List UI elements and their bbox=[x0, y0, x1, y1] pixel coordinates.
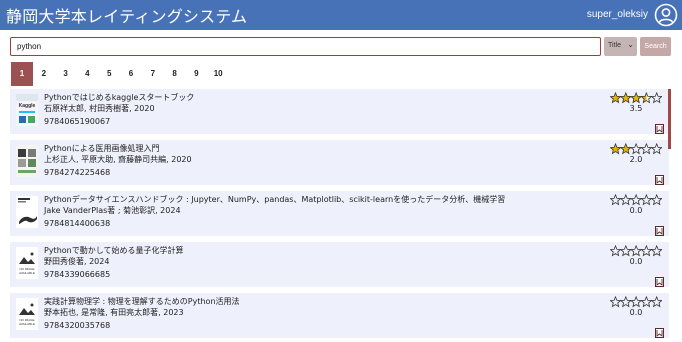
book-isbn: 9784339066685 bbox=[44, 270, 111, 279]
page-1-button[interactable]: 1 bbox=[11, 62, 33, 86]
star-icon[interactable] bbox=[640, 245, 653, 257]
star-icon[interactable] bbox=[630, 194, 643, 206]
page-10-button[interactable]: 10 bbox=[207, 62, 229, 86]
star-icon[interactable] bbox=[650, 245, 662, 257]
rating-value: 0.0 bbox=[629, 308, 643, 317]
book-info: Pythonによる医用画像処理入門 上杉正人, 平原大助, 齋藤静司共編, 202… bbox=[44, 143, 604, 178]
book-isbn: 9784274225468 bbox=[44, 168, 111, 177]
search-field-select[interactable]: Title ⌄ bbox=[604, 37, 637, 56]
bookmark-icon[interactable] bbox=[655, 277, 664, 287]
book-title[interactable]: 実践計算物理学 : 物理を理解するためのPython活用法 bbox=[44, 296, 604, 307]
star-icon[interactable] bbox=[619, 245, 632, 257]
star-rating[interactable] bbox=[610, 296, 662, 308]
star-icon[interactable] bbox=[650, 143, 662, 155]
star-icon[interactable] bbox=[640, 296, 653, 308]
book-title[interactable]: Pythonによる医用画像処理入門 bbox=[44, 143, 604, 154]
book-list[interactable]: Kaggle Pythonではじめるkaggleスタートブック 石原祥太郎, 村田… bbox=[10, 89, 671, 342]
book-card[interactable]: Pythonデータサイエンスハンドブック : Jupyter、NumPy、pan… bbox=[10, 191, 669, 236]
book-authors: 上杉正人, 平原大助, 齋藤静司共編, 2020 bbox=[44, 155, 192, 164]
chevron-down-icon: ⌄ bbox=[627, 40, 634, 49]
page-2-button[interactable]: 2 bbox=[33, 62, 55, 86]
book-cover-thumbnail[interactable] bbox=[16, 145, 38, 177]
star-icon[interactable] bbox=[619, 194, 632, 206]
book-info: Pythonで動かして始める量子化学計算 野田秀俊著, 2024 978433906… bbox=[44, 245, 604, 280]
book-title[interactable]: Pythonで動かして始める量子化学計算 bbox=[44, 245, 604, 256]
search-input[interactable] bbox=[10, 37, 601, 56]
book-info: 実践計算物理学 : 物理を理解するためのPython活用法 野本拓也, 是常隆, … bbox=[44, 296, 604, 331]
star-icon[interactable] bbox=[640, 143, 653, 155]
rating-value: 2.0 bbox=[629, 155, 643, 164]
page-3-button[interactable]: 3 bbox=[55, 62, 77, 86]
star-icon[interactable] bbox=[630, 245, 643, 257]
search-field-label: Title bbox=[608, 42, 621, 49]
book-title[interactable]: Pythonではじめるkaggleスタートブック bbox=[44, 92, 604, 103]
book-authors: 野本拓也, 是常隆, 有田亮太郎著, 2023 bbox=[44, 308, 184, 317]
rating-value: 0.0 bbox=[629, 206, 643, 215]
book-cover-thumbnail[interactable]: NO IMAGE AVAILABLE bbox=[16, 298, 38, 330]
star-icon[interactable] bbox=[650, 296, 662, 308]
star-icon[interactable] bbox=[630, 296, 643, 308]
star-rating[interactable] bbox=[610, 143, 662, 155]
book-authors: 野田秀俊著, 2024 bbox=[44, 257, 110, 266]
app-header: 静岡大学本レイティングシステム super_oleksiy bbox=[0, 0, 682, 30]
book-isbn: 9784320035768 bbox=[44, 321, 111, 330]
page-5-button[interactable]: 5 bbox=[98, 62, 120, 86]
book-card[interactable]: NO IMAGE AVAILABLE 実践計算物理学 : 物理を理解するためのP… bbox=[10, 293, 669, 338]
bookmark-icon[interactable] bbox=[655, 175, 664, 185]
book-authors: 石原祥太郎, 村田秀樹著, 2020 bbox=[44, 104, 155, 113]
star-rating[interactable] bbox=[610, 245, 662, 257]
book-card[interactable]: Pythonによる医用画像処理入門 上杉正人, 平原大助, 齋藤静司共編, 202… bbox=[10, 140, 669, 185]
star-icon[interactable] bbox=[640, 194, 653, 206]
svg-text:AVAILABLE: AVAILABLE bbox=[19, 271, 35, 275]
bookmark-icon[interactable] bbox=[655, 226, 664, 236]
book-cover-thumbnail[interactable] bbox=[16, 196, 38, 228]
scrollbar[interactable] bbox=[668, 89, 671, 149]
star-icon[interactable] bbox=[610, 194, 622, 206]
star-icon[interactable] bbox=[619, 143, 632, 155]
star-icon[interactable] bbox=[619, 92, 632, 104]
book-cover-thumbnail[interactable]: Kaggle bbox=[16, 94, 38, 126]
svg-text:AVAILABLE: AVAILABLE bbox=[19, 322, 35, 326]
bookmark-icon[interactable] bbox=[655, 124, 664, 134]
star-icon[interactable] bbox=[610, 92, 622, 104]
page-8-button[interactable]: 8 bbox=[164, 62, 186, 86]
page-9-button[interactable]: 9 bbox=[185, 62, 207, 86]
search-button[interactable]: Search bbox=[640, 37, 671, 56]
book-cover-thumbnail[interactable]: NO IMAGE AVAILABLE bbox=[16, 247, 38, 279]
user-name[interactable]: super_oleksiy bbox=[587, 9, 648, 20]
svg-text:Kaggle: Kaggle bbox=[19, 103, 36, 109]
book-card[interactable]: Kaggle Pythonではじめるkaggleスタートブック 石原祥太郎, 村田… bbox=[10, 89, 669, 134]
star-icon[interactable] bbox=[650, 92, 662, 104]
star-icon[interactable] bbox=[610, 143, 622, 155]
star-icon[interactable] bbox=[610, 296, 622, 308]
book-isbn: 9784065190067 bbox=[44, 117, 111, 126]
page-6-button[interactable]: 6 bbox=[120, 62, 142, 86]
star-icon[interactable] bbox=[630, 92, 643, 104]
user-circle-icon[interactable] bbox=[654, 3, 678, 27]
star-icon[interactable] bbox=[650, 194, 662, 206]
star-icon[interactable] bbox=[630, 143, 643, 155]
star-rating[interactable] bbox=[610, 92, 662, 104]
rating-value: 3.5 bbox=[629, 104, 643, 113]
page-4-button[interactable]: 4 bbox=[76, 62, 98, 86]
book-authors: Jake VanderPlas著 ; 菊池彰訳, 2024 bbox=[44, 206, 181, 215]
star-icon[interactable] bbox=[610, 245, 622, 257]
book-card[interactable]: NO IMAGE AVAILABLE Pythonで動かして始める量子化学計算野… bbox=[10, 242, 669, 287]
book-isbn: 9784814400638 bbox=[44, 219, 111, 228]
book-title[interactable]: Pythonデータサイエンスハンドブック : Jupyter、NumPy、pan… bbox=[44, 194, 604, 205]
bookmark-icon[interactable] bbox=[655, 328, 664, 338]
book-info: Pythonではじめるkaggleスタートブック 石原祥太郎, 村田秀樹著, 20… bbox=[44, 92, 604, 127]
rating-value: 0.0 bbox=[629, 257, 643, 266]
star-icon[interactable] bbox=[619, 296, 632, 308]
app-title: 静岡大学本レイティングシステム bbox=[6, 7, 248, 26]
star-rating[interactable] bbox=[610, 194, 662, 206]
book-info: Pythonデータサイエンスハンドブック : Jupyter、NumPy、pan… bbox=[44, 194, 604, 229]
star-icon[interactable] bbox=[640, 92, 653, 104]
page-7-button[interactable]: 7 bbox=[142, 62, 164, 86]
